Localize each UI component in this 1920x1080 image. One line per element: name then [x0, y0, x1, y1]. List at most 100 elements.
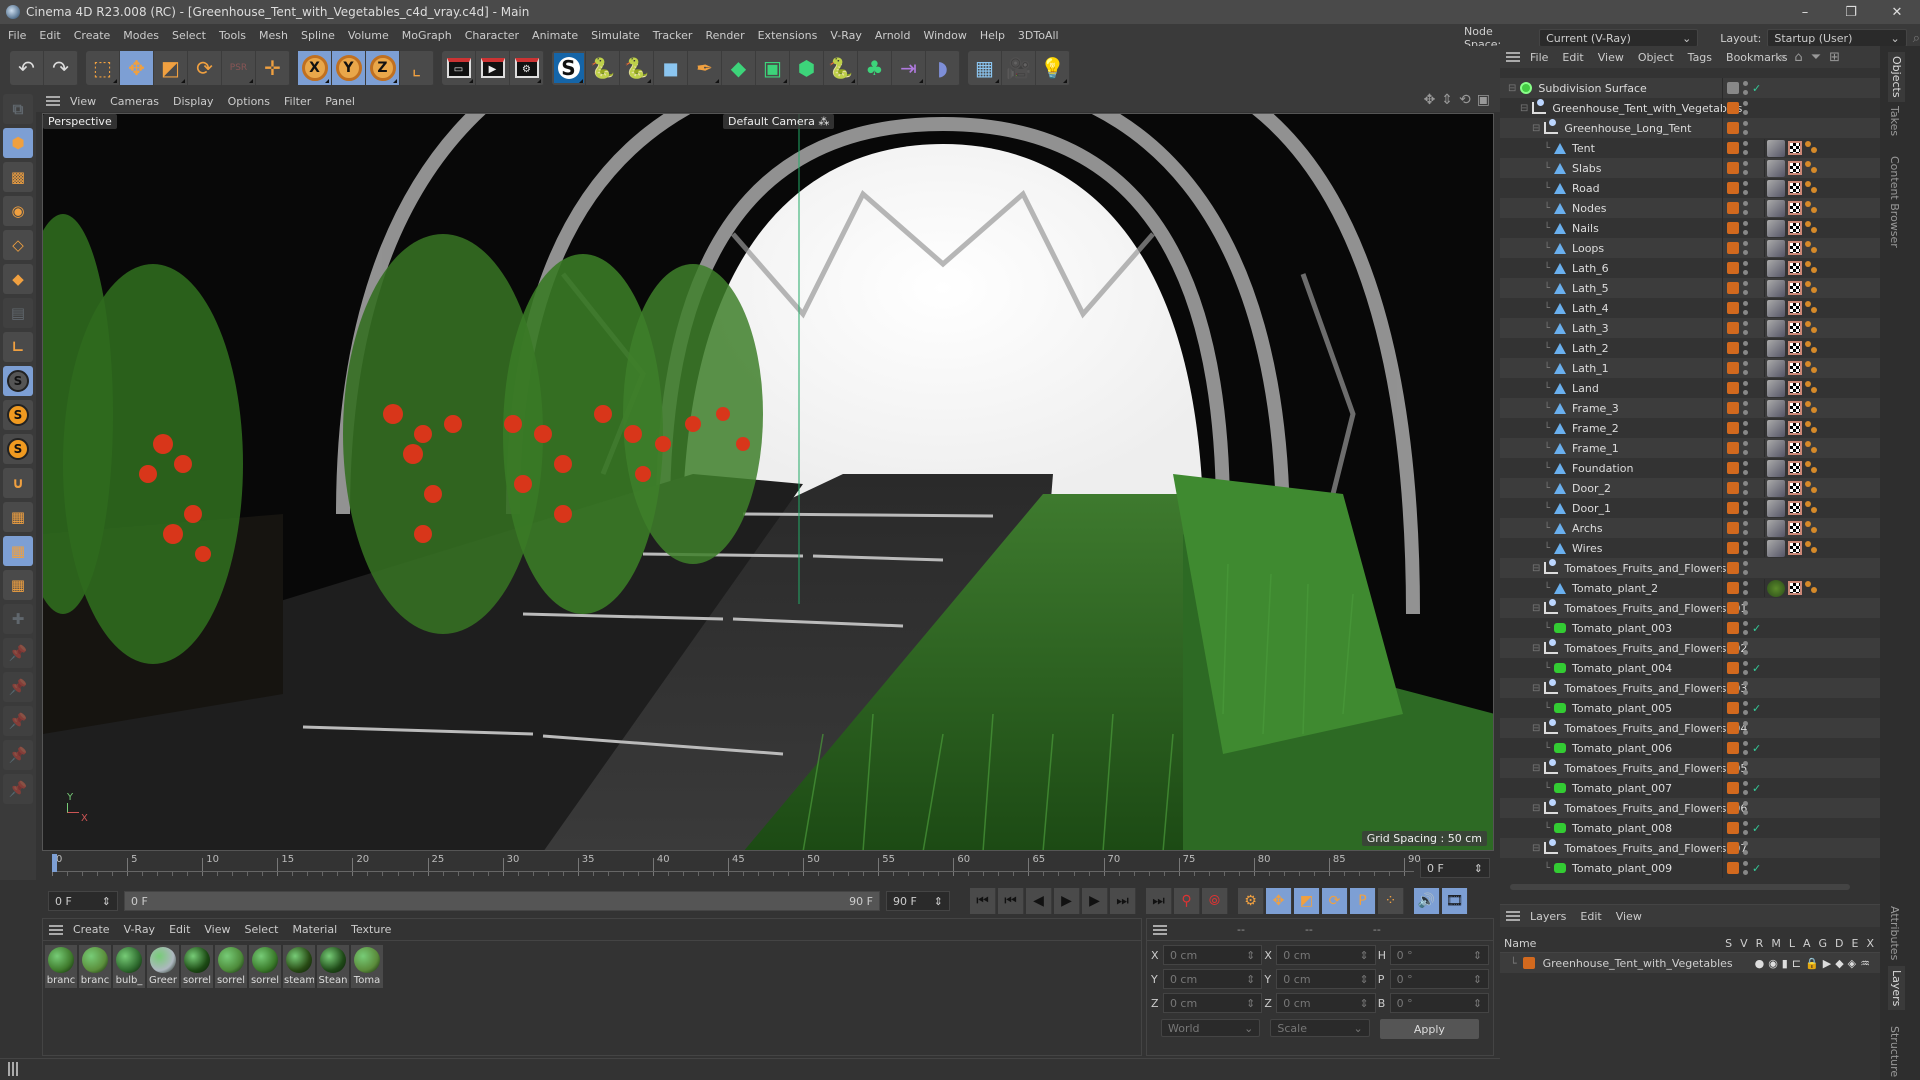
layer-swatch[interactable] — [1727, 782, 1739, 794]
layer-swatch[interactable] — [1727, 302, 1739, 314]
vray-tag-icon[interactable] — [1805, 461, 1819, 475]
material-tag-icon[interactable] — [1767, 379, 1785, 397]
playhead[interactable] — [52, 854, 57, 872]
menu-v-ray[interactable]: V-Ray — [830, 29, 862, 42]
visibility-dots[interactable] — [1743, 281, 1748, 295]
layer-swatch[interactable] — [1727, 222, 1739, 234]
enabled-check-icon[interactable]: ✓ — [1752, 822, 1762, 835]
layer-color-swatch[interactable] — [1522, 957, 1535, 969]
visibility-dots[interactable] — [1743, 261, 1748, 275]
enabled-check-icon[interactable]: ✓ — [1752, 862, 1762, 875]
layer-menu-layers[interactable]: Layers — [1530, 910, 1566, 923]
minimize-button[interactable]: – — [1782, 0, 1828, 24]
pin-s-button[interactable]: 📌 — [3, 774, 33, 804]
uvw-tag-icon[interactable] — [1788, 241, 1802, 255]
material-tag-icon[interactable] — [1767, 579, 1785, 597]
material-item[interactable]: steam — [283, 945, 315, 988]
visibility-dots[interactable] — [1743, 461, 1748, 475]
object-row[interactable]: └ Lath_1 — [1500, 358, 1880, 378]
object-row[interactable]: ⊟ Tomatoes_Fruits_and_Flowers003 — [1500, 678, 1880, 698]
visibility-dots[interactable] — [1743, 521, 1748, 535]
layer-swatch[interactable] — [1727, 682, 1739, 694]
visibility-dots[interactable] — [1743, 201, 1748, 215]
go-to-end-button[interactable]: ⏭ — [1146, 888, 1172, 914]
vray-tag-icon[interactable] — [1805, 381, 1819, 395]
visibility-dots[interactable] — [1743, 701, 1748, 715]
search-icon[interactable]: ⌕ — [1913, 31, 1920, 46]
layer-column-a[interactable]: A — [1803, 937, 1811, 950]
film-button[interactable]: 🎞 — [1442, 888, 1468, 914]
object-row[interactable]: ⊟ Tomatoes_Fruits_and_Flowers001 — [1500, 598, 1880, 618]
layer-swatch[interactable] — [1727, 662, 1739, 674]
material-item[interactable]: sorrel — [181, 945, 213, 988]
layer-row[interactable]: └ Greenhouse_Tent_with_Vegetables ●◉▮⊏🔒▶… — [1500, 953, 1880, 973]
visibility-dots[interactable] — [1743, 841, 1748, 855]
python-button-3[interactable]: 🐍 — [824, 51, 858, 85]
enabled-check-icon[interactable]: ✓ — [1752, 82, 1762, 95]
vray-tag-icon[interactable] — [1805, 161, 1819, 175]
visibility-dots[interactable] — [1743, 121, 1748, 135]
menu-select[interactable]: Select — [172, 29, 206, 42]
coord-field-3[interactable]: 0 ° ⇕ — [1389, 945, 1490, 965]
layer-swatch[interactable] — [1727, 102, 1739, 114]
layer-swatch[interactable] — [1727, 202, 1739, 214]
material-tag-icon[interactable] — [1767, 239, 1785, 257]
layer-swatch[interactable] — [1727, 162, 1739, 174]
stepper-icon[interactable]: ⇕ — [1246, 949, 1255, 962]
material-item[interactable]: sorrel — [249, 945, 281, 988]
psr-button[interactable]: PSR — [222, 51, 256, 85]
world-axis-button[interactable]: ✛ — [256, 51, 290, 85]
material-tag-icon[interactable] — [1767, 459, 1785, 477]
vray-tag-icon[interactable] — [1805, 241, 1819, 255]
uvw-tag-icon[interactable] — [1788, 521, 1802, 535]
visibility-dots[interactable] — [1743, 421, 1748, 435]
object-row[interactable]: ⊟ Greenhouse_Tent_with_Vegetables — [1500, 98, 1880, 118]
object-row[interactable]: └ Tomato_plant_2 — [1500, 578, 1880, 598]
menu-animate[interactable]: Animate — [532, 29, 578, 42]
visibility-dots[interactable] — [1743, 161, 1748, 175]
viewport-menu-icon[interactable] — [46, 96, 60, 106]
material-tag-icon[interactable] — [1767, 199, 1785, 217]
vray-tag-icon[interactable] — [1805, 421, 1819, 435]
vray-tag-icon[interactable] — [1805, 481, 1819, 495]
layer-swatch[interactable] — [1727, 482, 1739, 494]
uv-mode-button[interactable]: ▤ — [3, 298, 33, 328]
object-horizontal-scrollbar[interactable] — [1510, 884, 1850, 890]
python-button-2[interactable]: 🐍 — [620, 51, 654, 85]
material-menu-select[interactable]: Select — [245, 923, 279, 936]
uvw-tag-icon[interactable] — [1788, 401, 1802, 415]
vray-tag-icon[interactable] — [1805, 221, 1819, 235]
layer-swatch[interactable] — [1727, 362, 1739, 374]
uvw-tag-icon[interactable] — [1788, 201, 1802, 215]
material-item[interactable]: sorrel — [215, 945, 247, 988]
layer-swatch[interactable] — [1727, 142, 1739, 154]
add-tag-button[interactable]: ✚ — [3, 604, 33, 634]
visibility-dots[interactable] — [1743, 241, 1748, 255]
current-frame-field[interactable]: 0 F ⇕ — [1420, 858, 1490, 878]
visibility-dots[interactable] — [1743, 801, 1748, 815]
autokey-button[interactable]: ⦾ — [1202, 888, 1228, 914]
visibility-dots[interactable] — [1743, 781, 1748, 795]
vray-tag-icon[interactable] — [1805, 141, 1819, 155]
rotate-button[interactable]: ⟳ — [188, 51, 222, 85]
object-menu-file[interactable]: File — [1530, 51, 1548, 64]
stepper-icon[interactable]: ⇕ — [1246, 997, 1255, 1010]
end-frame-field[interactable]: 90 F ⇕ — [886, 891, 950, 911]
pla-key-button[interactable]: ⁘ — [1378, 888, 1404, 914]
layer-swatch[interactable] — [1727, 522, 1739, 534]
snap-settings-button[interactable]: S — [3, 400, 33, 430]
visibility-dots[interactable] — [1743, 501, 1748, 515]
object-menu-edit[interactable]: Edit — [1562, 51, 1583, 64]
menu-spline[interactable]: Spline — [301, 29, 335, 42]
vray-tag-icon[interactable] — [1805, 301, 1819, 315]
filter-icon[interactable]: ⏷ — [1811, 50, 1821, 65]
rotate-view-icon[interactable]: ⟲ — [1459, 92, 1471, 108]
material-menu-icon[interactable] — [49, 924, 63, 935]
coord-field-1[interactable]: 0 cm ⇕ — [1162, 945, 1263, 965]
uvw-tag-icon[interactable] — [1788, 501, 1802, 515]
pin-button[interactable]: 📌 — [3, 672, 33, 702]
material-menu-texture[interactable]: Texture — [351, 923, 391, 936]
object-row[interactable]: └ Lath_2 — [1500, 338, 1880, 358]
uvw-tag-icon[interactable] — [1788, 421, 1802, 435]
home-icon[interactable]: ⌂ — [1794, 50, 1802, 65]
